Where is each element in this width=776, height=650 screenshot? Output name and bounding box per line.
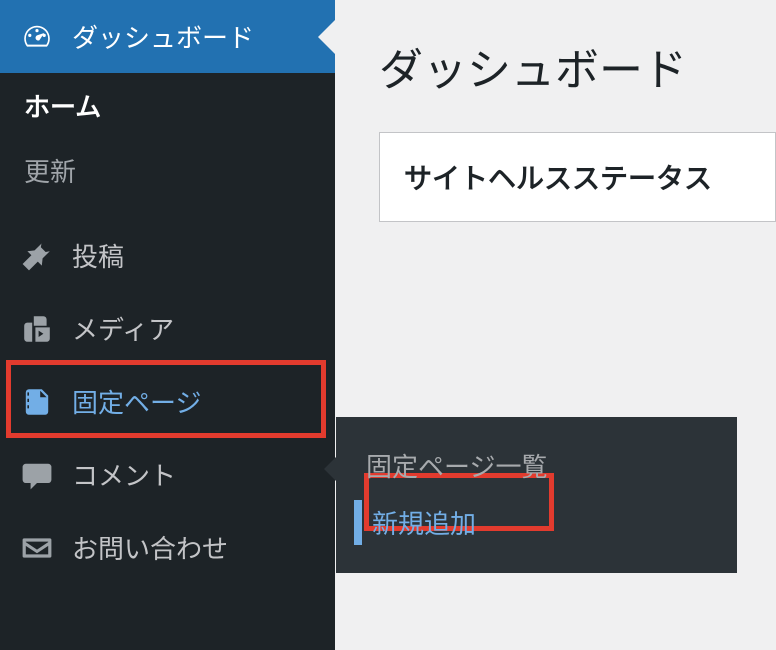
sidebar-item-label: 投稿 (72, 237, 124, 274)
sidebar-item-comments[interactable]: コメント (0, 438, 335, 511)
sidebar-item-dashboard[interactable]: ダッシュボード (0, 0, 335, 73)
pages-icon (20, 385, 54, 419)
sidebar-item-pages[interactable]: 固定ページ (0, 365, 335, 438)
page-title: ダッシュボード (379, 34, 776, 98)
pin-icon (20, 239, 54, 273)
sidebar-item-label: コメント (72, 456, 176, 493)
flyout-item-add-new[interactable]: 新規追加 (336, 494, 737, 551)
sidebar-subitem-home[interactable]: ホーム (0, 73, 335, 138)
sidebar-item-posts[interactable]: 投稿 (0, 219, 335, 292)
flyout-item-pages-list[interactable]: 固定ページ一覧 (336, 437, 737, 494)
sidebar-item-label: メディア (72, 310, 174, 347)
main-content: ダッシュボード サイトヘルスステータス 固定ページ一覧 新規追加 (335, 0, 776, 650)
sidebar-item-label: 固定ページ (72, 383, 201, 420)
dashboard-icon (20, 20, 54, 54)
admin-sidebar: ダッシュボード ホーム 更新 投稿 メディア 固定ページ コメント お問い合わせ (0, 0, 335, 650)
sidebar-item-label: ダッシュボード (72, 18, 254, 55)
sidebar-item-contact[interactable]: お問い合わせ (0, 511, 335, 584)
media-icon (20, 312, 54, 346)
sidebar-item-label: お問い合わせ (72, 529, 228, 566)
comment-icon (20, 458, 54, 492)
envelope-icon (20, 531, 54, 565)
site-health-card[interactable]: サイトヘルスステータス (379, 132, 776, 222)
pages-flyout-menu: 固定ページ一覧 新規追加 (336, 417, 737, 573)
sidebar-subitem-updates[interactable]: 更新 (0, 138, 335, 219)
sidebar-item-media[interactable]: メディア (0, 292, 335, 365)
